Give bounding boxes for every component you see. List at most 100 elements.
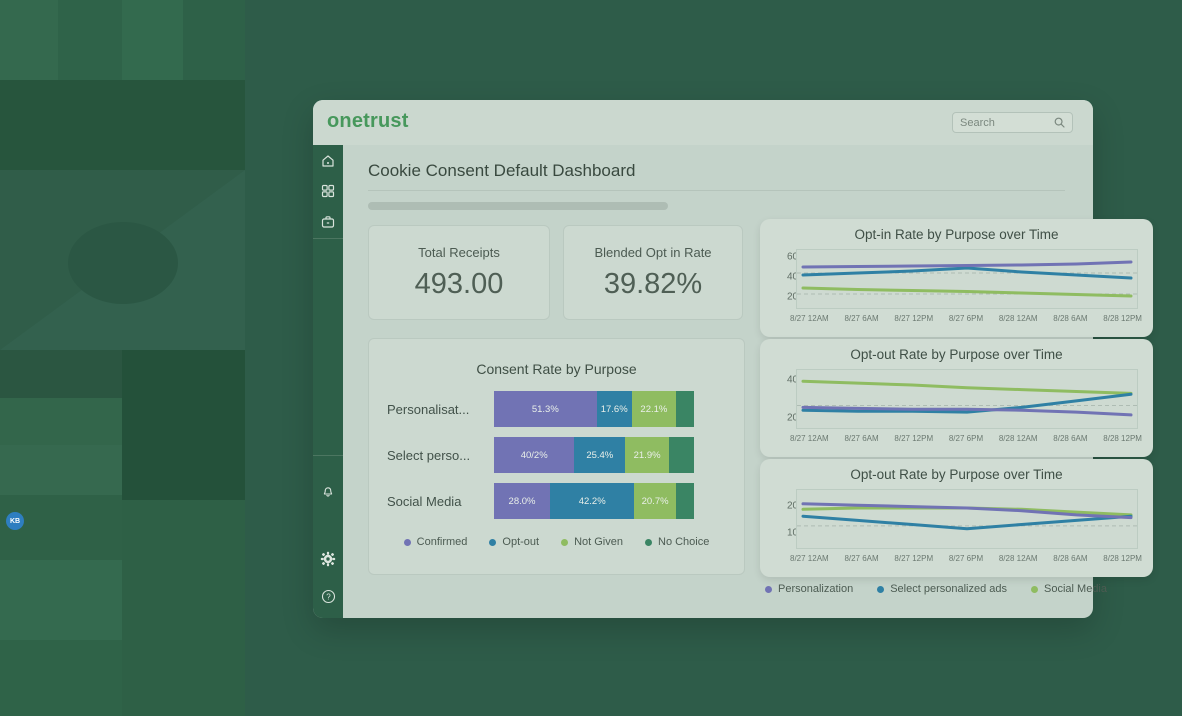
user-avatar[interactable]: KB: [6, 512, 24, 530]
bell-icon: [321, 484, 335, 498]
consent-rate-by-purpose-card: Consent Rate by Purpose Personalisat...5…: [368, 338, 745, 575]
line-series-select-personalized-ads: [803, 516, 1131, 529]
bar-segment-confirmed: 51.3%: [494, 391, 597, 427]
bar-segment-confirmed: 28.0%: [494, 483, 550, 519]
bar-segment-not-given: 20.7%: [634, 483, 675, 519]
bar-segment-value: 21.9%: [634, 450, 661, 461]
x-axis-tick: 8/27 12PM: [894, 314, 933, 323]
legend-dot: [561, 539, 568, 546]
bar-track: 40/2% 25.4% 21.9%: [494, 437, 694, 473]
bar-segment-value: 20.7%: [642, 496, 669, 507]
bar-segment-no-choice: [669, 437, 694, 473]
x-axis-tick: 8/27 6AM: [844, 554, 878, 563]
bar-row: Select perso... 40/2% 25.4% 21.9%: [387, 437, 727, 473]
gear-icon: [320, 551, 336, 567]
line-chart-card-2: Opt-out Rate by Purpose over Time20%40%8…: [760, 339, 1153, 457]
home-icon: [321, 154, 335, 168]
help-button[interactable]: ?: [313, 585, 343, 607]
bar-row: Personalisat...51.3% 17.6% 22.1%: [387, 391, 727, 427]
x-axis-tick: 8/27 6AM: [844, 434, 878, 443]
help-icon: ?: [321, 589, 336, 604]
stacked-bar-chart: Personalisat...51.3% 17.6% 22.1% Select per…: [387, 391, 727, 529]
x-axis-tick: 8/28 12PM: [1103, 554, 1142, 563]
sidebar-divider-bottom: [313, 455, 343, 456]
bar-category-label: Personalisat...: [387, 402, 494, 417]
line-series-social-media: [803, 381, 1131, 393]
bar-track: 28.0% 42.2% 20.7%: [494, 483, 694, 519]
avatar-initials: KB: [10, 518, 20, 525]
x-axis-tick: 8/27 12PM: [894, 434, 933, 443]
bar-segment-no-choice: [676, 483, 694, 519]
line-chart-card-3: Opt-out Rate by Purpose over Time10%20%8…: [760, 459, 1153, 577]
legend-item: No Choice: [645, 536, 709, 548]
x-axis-tick: 8/27 12AM: [790, 554, 829, 563]
x-axis-labels: 8/27 12AM8/27 6AM8/27 12PM8/27 6PM8/28 1…: [790, 554, 1142, 563]
line-series-personalization: [803, 504, 1131, 518]
sidebar-item-apps[interactable]: [313, 180, 343, 202]
bar-chart-title: Consent Rate by Purpose: [369, 361, 744, 377]
line-series-personalization: [803, 262, 1131, 267]
line-chart-title: Opt-out Rate by Purpose over Time: [760, 347, 1153, 362]
bar-segment-value: 25.4%: [586, 450, 613, 461]
sidebar-item-home[interactable]: [313, 150, 343, 172]
legend-label: Social Media: [1044, 583, 1107, 595]
legend-label: Not Given: [574, 536, 623, 548]
x-axis-labels: 8/27 12AM8/27 6AM8/27 12PM8/27 6PM8/28 1…: [790, 314, 1142, 323]
legend-dot: [404, 539, 411, 546]
x-axis-labels: 8/27 12AM 8/27 6AM 8/27 12PM 8/27 6PM 8/28 1…: [790, 434, 1142, 443]
plot-area: [796, 369, 1138, 429]
stat-label: Total Receipts: [369, 245, 549, 260]
stat-card-blended-opt-in-rate: Blended Opt in Rate 39.82%: [563, 225, 743, 320]
legend-dot: [645, 539, 652, 546]
x-axis-tick: 8/28 12PM: [1103, 434, 1142, 443]
sidebar-item-briefcase[interactable]: [313, 211, 343, 233]
legend-label: Opt-out: [502, 536, 539, 548]
x-axis-tick: 8/28 6AM: [1053, 314, 1087, 323]
title-divider: [368, 190, 1065, 191]
stat-value: 493.00: [369, 268, 549, 301]
bar-segment-opt-out: 17.6%: [597, 391, 632, 427]
plot-area: [796, 249, 1138, 309]
legend-label: No Choice: [658, 536, 709, 548]
x-axis-tick: 8/28 12AM: [999, 554, 1038, 563]
x-axis-tick: 8/27 12AM: [790, 434, 829, 443]
x-axis-tick: 8/27 12PM: [894, 554, 933, 563]
x-axis-tick: 8/27 6PM: [949, 434, 983, 443]
bar-segment-value: 17.6%: [601, 404, 628, 415]
line-chart-card-1: Opt-in Rate by Purpose over Time20%40%60…: [760, 219, 1153, 337]
x-axis-tick: 8/27 6PM: [949, 314, 983, 323]
bar-category-label: Select perso...: [387, 448, 494, 463]
x-axis-tick: 8/27 6AM: [844, 314, 878, 323]
legend-dot: [765, 586, 772, 593]
line-chart-title: Opt-in Rate by Purpose over Time: [760, 227, 1153, 242]
x-axis-tick: 8/28 6AM: [1053, 434, 1087, 443]
notifications-button[interactable]: [313, 480, 343, 502]
line-chart-title: Opt-out Rate by Purpose over Time: [760, 467, 1153, 482]
bar-segment-opt-out: 42.2%: [550, 483, 634, 519]
page-title: Cookie Consent Default Dashboard: [368, 161, 635, 181]
series-legend: PersonalizationSelect personalized adsSo…: [765, 583, 1107, 595]
search-placeholder: Search: [960, 117, 995, 129]
bar-segment-value: 40/2%: [521, 450, 548, 461]
stat-card-total-receipts: Total Receipts 493.00: [368, 225, 550, 320]
briefcase-icon: [321, 215, 335, 229]
bar-segment-value: 42.2%: [579, 496, 606, 507]
bar-chart-legend: Confirmed Opt-out Not Given No Choice: [369, 536, 744, 548]
settings-button[interactable]: [313, 548, 343, 570]
legend-dot: [877, 586, 884, 593]
apps-grid-icon: [321, 184, 335, 198]
x-axis-tick: 8/28 6AM: [1053, 554, 1087, 563]
search-icon: [1054, 117, 1065, 128]
x-axis-tick: 8/28 12AM: [999, 314, 1038, 323]
legend-dot: [489, 539, 496, 546]
legend-label: Confirmed: [417, 536, 468, 548]
bar-segment-not-given: 21.9%: [625, 437, 669, 473]
bar-segment-opt-out: 25.4%: [574, 437, 625, 473]
loading-placeholder-bar: [368, 202, 668, 210]
stat-label: Blended Opt in Rate: [564, 245, 742, 260]
bar-segment-value: 22.1%: [640, 404, 667, 415]
line-series-social-media: [803, 288, 1131, 296]
legend-label: Personalization: [778, 583, 853, 595]
legend-item: Confirmed: [404, 536, 468, 548]
search-input[interactable]: Search: [952, 112, 1073, 133]
